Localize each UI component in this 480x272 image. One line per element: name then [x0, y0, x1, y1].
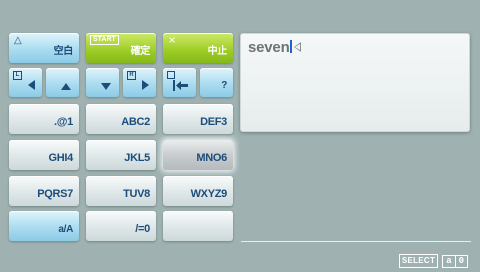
key-label: DEF3	[200, 116, 227, 128]
cancel-button[interactable]: × 中止	[163, 33, 233, 63]
key-6[interactable]: MNO6	[163, 140, 233, 170]
space-label: 空白	[53, 46, 74, 57]
key-label: GHI4	[48, 152, 74, 164]
confirm-label: 確定	[130, 46, 151, 57]
r-button-icon: R	[127, 71, 136, 80]
l-button-icon: L	[13, 71, 22, 80]
entered-text: seven	[248, 39, 290, 56]
divider	[241, 241, 471, 242]
text-entry-line: seven	[248, 39, 301, 56]
key-0[interactable]: /=0	[86, 211, 156, 241]
help-button[interactable]: ?	[200, 68, 233, 97]
key-1[interactable]: .@1	[9, 104, 79, 134]
text-input-field[interactable]: seven	[240, 33, 470, 132]
cancel-label: 中止	[207, 46, 228, 57]
end-marker-icon	[293, 42, 301, 52]
arrow-left-icon	[28, 80, 35, 90]
cursor-up-button[interactable]	[46, 68, 79, 97]
key-3[interactable]: DEF3	[163, 104, 233, 134]
key-label: ABC2	[121, 116, 150, 128]
square-icon	[167, 71, 175, 79]
mode-number: 0	[454, 255, 467, 267]
mode-letter: a	[446, 255, 452, 266]
key-2[interactable]: ABC2	[86, 104, 156, 134]
cursor-right-button[interactable]: R	[123, 68, 156, 97]
key-label: JKL5	[124, 152, 150, 164]
cursor-down-button[interactable]	[86, 68, 119, 97]
key-label: /=0	[135, 223, 150, 235]
select-button-hint: SELECT	[398, 254, 439, 268]
key-8[interactable]: TUV8	[86, 176, 156, 206]
key-7[interactable]: PQRS7	[9, 176, 79, 206]
arrow-up-icon	[61, 83, 71, 90]
key-9[interactable]: WXYZ9	[163, 176, 233, 206]
key-label: MNO6	[196, 152, 227, 164]
input-mode-indicator: a 0	[442, 254, 468, 268]
key-4[interactable]: GHI4	[9, 140, 79, 170]
cursor-left-button[interactable]: L	[9, 68, 42, 97]
backspace-icon	[173, 80, 188, 91]
arrow-right-icon	[142, 80, 149, 90]
key-label: a/A	[58, 224, 73, 235]
cross-icon: ×	[168, 35, 177, 46]
key-label: .@1	[54, 116, 73, 128]
case-toggle-button[interactable]: a/A	[9, 211, 79, 241]
key-5[interactable]: JKL5	[86, 140, 156, 170]
key-label: WXYZ9	[190, 188, 228, 200]
status-bar: SELECT a 0	[398, 254, 468, 268]
space-button[interactable]: △ 空白	[9, 33, 79, 63]
start-button-icon: START	[90, 35, 119, 45]
help-label: ?	[221, 80, 227, 91]
text-caret	[289, 40, 292, 53]
blank-key[interactable]	[163, 211, 233, 241]
triangle-icon: △	[14, 35, 22, 46]
arrow-down-icon	[101, 83, 111, 90]
key-label: PQRS7	[37, 188, 73, 200]
confirm-button[interactable]: START 確定	[86, 33, 156, 63]
key-label: TUV8	[123, 188, 150, 200]
backspace-button[interactable]	[163, 68, 196, 97]
